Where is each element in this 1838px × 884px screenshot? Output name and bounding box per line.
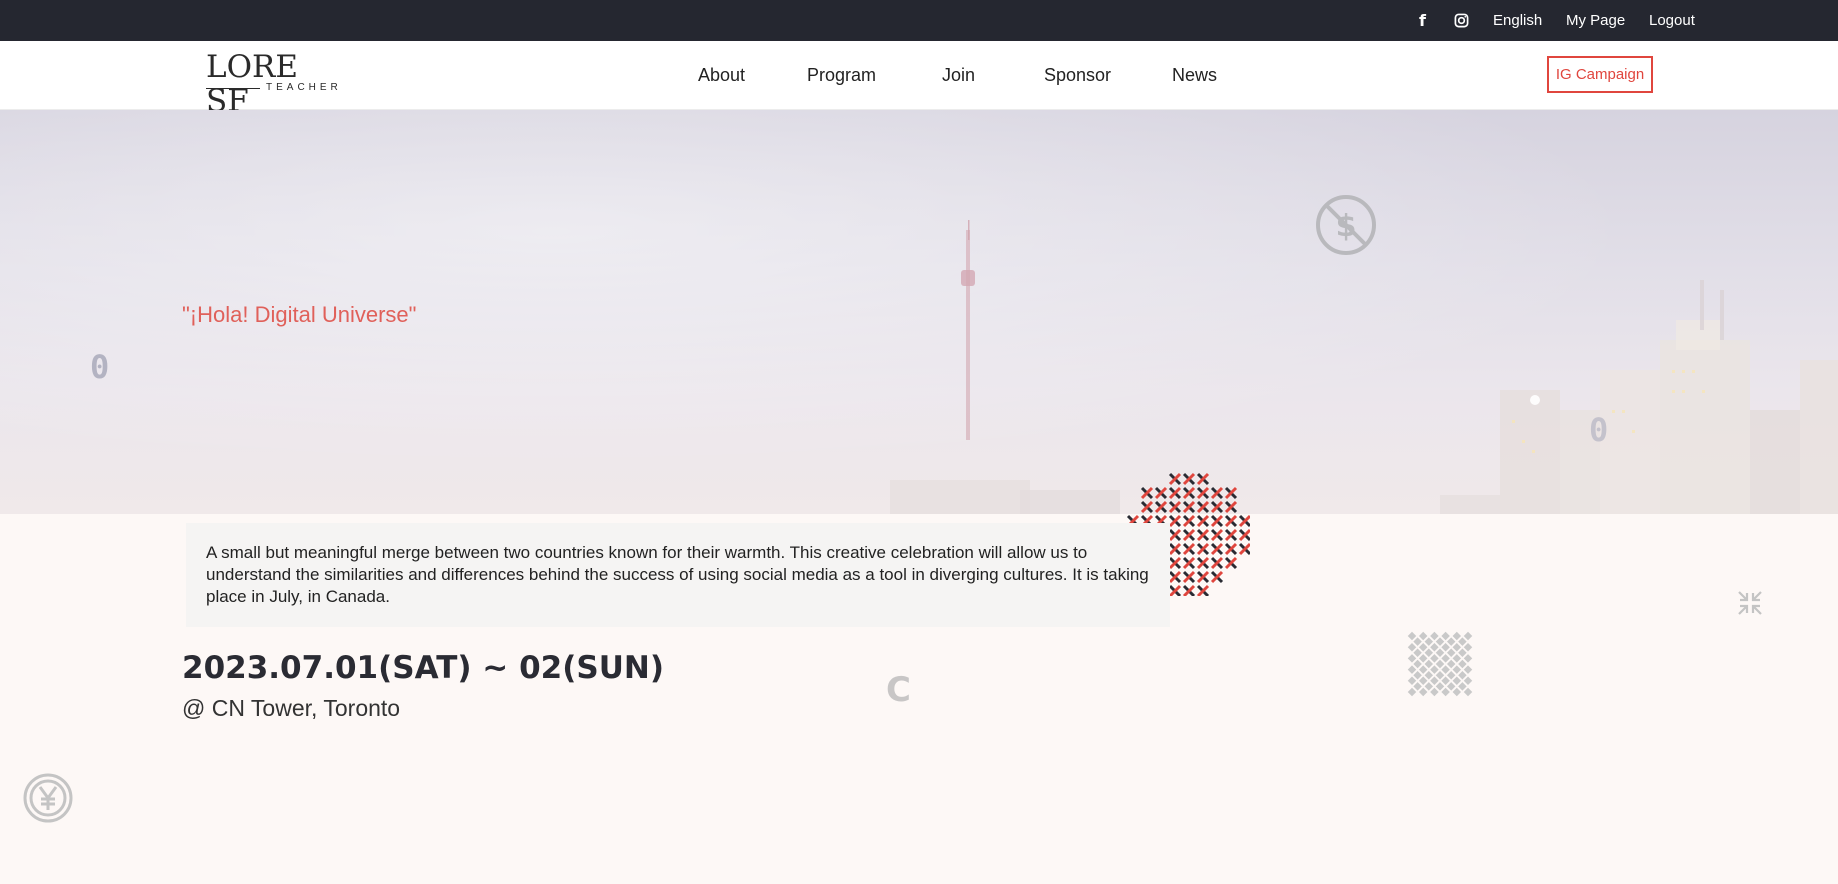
headline-line-1: INTERCULTURAL EXCHANGE xyxy=(182,329,1351,415)
language-link[interactable]: English xyxy=(1493,0,1542,41)
collapse-arrows-icon xyxy=(1737,590,1763,621)
site-logo[interactable]: LORE SF TEACHER xyxy=(206,50,346,118)
event-location: @ CN Tower, Toronto xyxy=(182,695,401,721)
zero-glyph-decoration-left: 0 xyxy=(90,348,110,386)
event-date: 2023.07.01(SAT) ~ 02(SUN) xyxy=(182,650,664,686)
yen-coin-icon xyxy=(22,772,74,829)
hero-subtitle: "¡Hola! Digital Universe" xyxy=(182,302,417,327)
facebook-icon[interactable]: f xyxy=(1419,0,1426,41)
nav-news[interactable]: News xyxy=(1172,41,1217,110)
svg-text:$: $ xyxy=(1336,209,1357,244)
logo-sub-text: TEACHER xyxy=(266,82,342,93)
nav-about[interactable]: About xyxy=(698,41,745,110)
nav-sponsor[interactable]: Sponsor xyxy=(1044,41,1111,110)
main-navbar: LORE SF TEACHER About Program Join Spons… xyxy=(0,41,1838,118)
diamond-dots-pattern xyxy=(1395,619,1485,714)
ig-campaign-button[interactable]: IG Campaign xyxy=(1547,56,1653,93)
zero-glyph-decoration-right: 0 xyxy=(1589,411,1609,449)
headline-line-2: MEXICO-CANADA 2023 xyxy=(182,397,1140,483)
instagram-icon-glyph xyxy=(1454,13,1469,28)
no-dollar-icon: $ xyxy=(1315,194,1377,261)
nav-join[interactable]: Join xyxy=(942,41,975,110)
logo-rule xyxy=(206,88,260,89)
instagram-icon[interactable] xyxy=(1454,0,1469,41)
top-utility-bar: f English My Page Logout xyxy=(0,0,1838,41)
logout-link[interactable]: Logout xyxy=(1649,0,1695,41)
event-description: A small but meaningful merge between two… xyxy=(186,523,1170,627)
my-page-link[interactable]: My Page xyxy=(1566,0,1625,41)
refresh-glyph-decoration: C xyxy=(886,670,911,710)
nav-program[interactable]: Program xyxy=(807,41,876,110)
hero-headline: INTERCULTURAL EXCHANGE MEXICO-CANADA 202… xyxy=(182,338,1350,474)
